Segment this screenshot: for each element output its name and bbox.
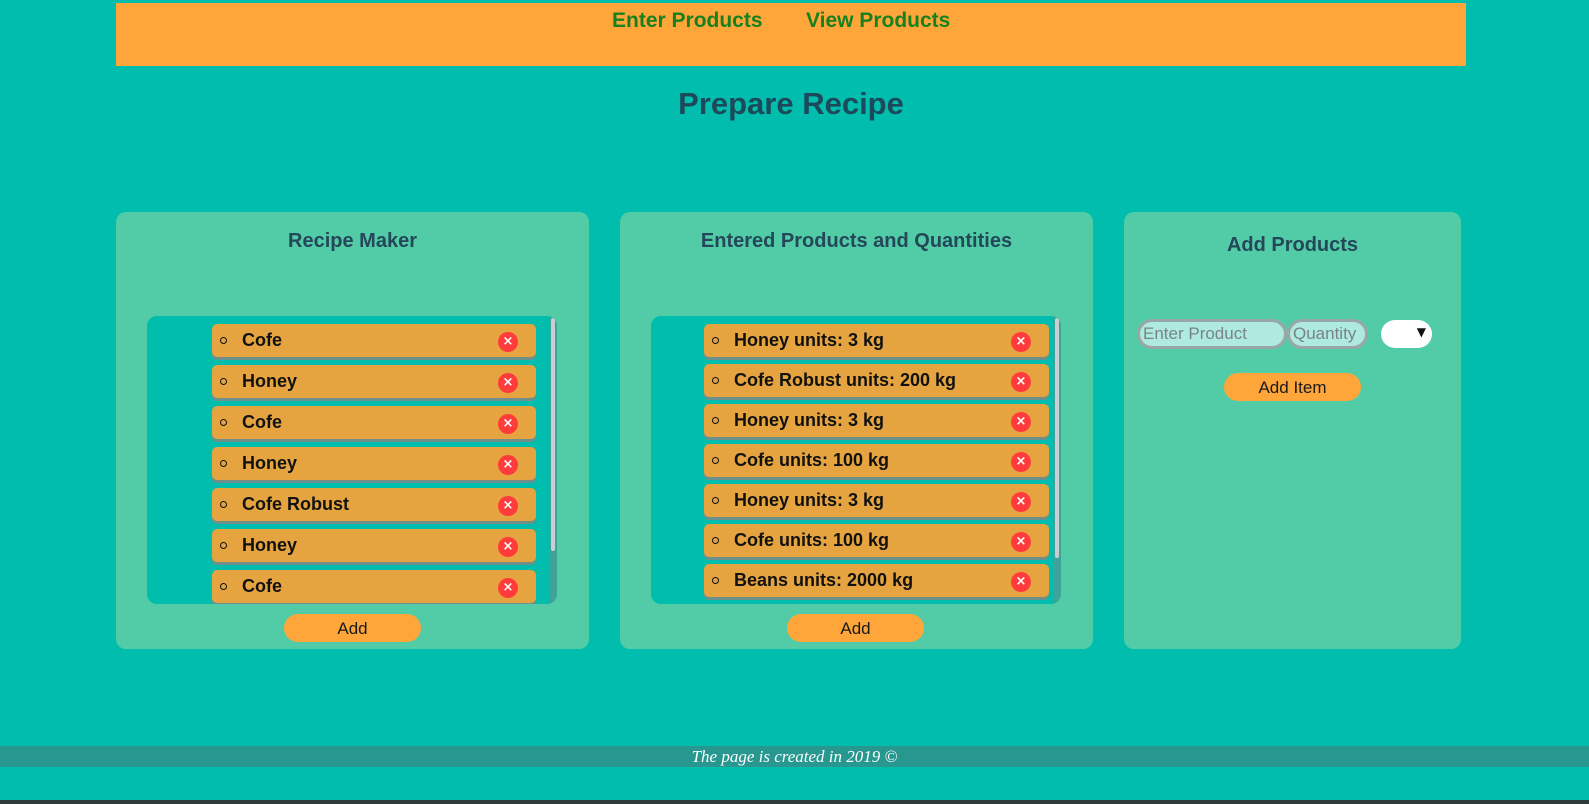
remove-icon[interactable]: × [1011,452,1031,472]
bullet-icon [220,378,227,385]
item-label: Honey units: 3 kg [734,330,885,350]
item-label: Honey [242,535,298,555]
footer-text: The page is created in 2019 © [691,747,898,766]
recipe-items-list[interactable]: Cofe × Honey × Cofe × Honey × Cofe Robus… [147,316,557,604]
chevron-down-icon: ▼ [1416,325,1426,339]
entered-add-button[interactable]: Add [787,614,924,642]
add-products-title: Add Products [1226,234,1359,256]
item-label: Honey units: 3 kg [734,490,885,510]
bullet-icon [220,542,227,549]
list-item: Honey units: 3 kg × [704,484,1049,517]
remove-icon[interactable]: × [498,455,518,475]
footer: The page is created in 2019 © [0,746,1589,767]
remove-icon[interactable]: × [498,414,518,434]
list-item: Cofe Robust units: 200 kg × [704,364,1049,397]
remove-icon[interactable]: × [498,578,518,598]
list-item: Cofe × [212,570,536,603]
list-item: Honey × [212,529,536,562]
item-label: Honey [242,371,298,391]
scrollbar[interactable] [549,316,557,604]
bullet-icon [712,497,719,504]
add-item-button[interactable]: Add Item [1224,373,1361,401]
remove-icon[interactable]: × [1011,532,1031,552]
list-item: Honey × [212,447,536,480]
item-label: Cofe Robust [242,494,349,514]
list-item: Cofe Robust × [212,488,536,521]
list-item: Honey units: 3 kg × [704,404,1049,437]
bullet-icon [220,419,227,426]
remove-icon[interactable]: × [498,332,518,352]
item-label: Cofe units: 100 kg [734,530,890,550]
remove-icon[interactable]: × [1011,372,1031,392]
entered-products-list[interactable]: Honey units: 3 kg × Cofe Robust units: 2… [651,316,1061,604]
list-item: Cofe × [212,324,536,357]
item-label: Cofe [242,330,282,350]
remove-icon[interactable]: × [498,496,518,516]
bullet-icon [712,417,719,424]
bullet-icon [712,377,719,384]
item-label: Cofe Robust units: 200 kg [734,370,957,390]
remove-icon[interactable]: × [1011,332,1031,352]
nav-link-view-products[interactable]: View Products [806,9,950,33]
add-products-panel: Add Products ▼ Add Item [1124,212,1461,649]
recipe-maker-panel: Recipe Maker Cofe × Honey × Cofe × Honey… [116,212,589,649]
scrollbar-thumb[interactable] [1055,318,1059,558]
list-item: Cofe units: 100 kg × [704,444,1049,477]
item-label: Cofe [242,576,282,596]
product-name-input[interactable] [1137,319,1287,349]
entered-products-title: Entered Products and Quantities [700,230,1013,252]
remove-icon[interactable]: × [1011,572,1031,592]
bullet-icon [712,577,719,584]
bullet-icon [712,337,719,344]
bullet-icon [220,460,227,467]
item-label: Honey [242,453,298,473]
bullet-icon [712,537,719,544]
bottom-divider [0,800,1589,804]
top-nav-bar: Enter Products View Products [116,3,1466,66]
bullet-icon [712,457,719,464]
entered-products-panel: Entered Products and Quantities Honey un… [620,212,1093,649]
list-item: Beans units: 2000 kg × [704,564,1049,597]
list-item: Cofe units: 100 kg × [704,524,1049,557]
unit-select[interactable]: ▼ [1381,320,1432,348]
quantity-input[interactable] [1287,319,1368,349]
bullet-icon [220,337,227,344]
scrollbar-thumb[interactable] [551,318,555,551]
scrollbar[interactable] [1053,316,1061,604]
nav-link-enter-products[interactable]: Enter Products [612,9,763,33]
remove-icon[interactable]: × [498,373,518,393]
bullet-icon [220,501,227,508]
item-label: Cofe units: 100 kg [734,450,890,470]
item-label: Cofe [242,412,282,432]
item-label: Honey units: 3 kg [734,410,885,430]
page-title: Prepare Recipe [678,86,904,121]
list-item: Honey units: 3 kg × [704,324,1049,357]
item-label: Beans units: 2000 kg [734,570,914,590]
remove-icon[interactable]: × [1011,492,1031,512]
remove-icon[interactable]: × [1011,412,1031,432]
list-item: Cofe × [212,406,536,439]
list-item: Honey × [212,365,536,398]
recipe-add-button[interactable]: Add [284,614,421,642]
bullet-icon [220,583,227,590]
recipe-maker-title: Recipe Maker [288,230,417,252]
remove-icon[interactable]: × [498,537,518,557]
